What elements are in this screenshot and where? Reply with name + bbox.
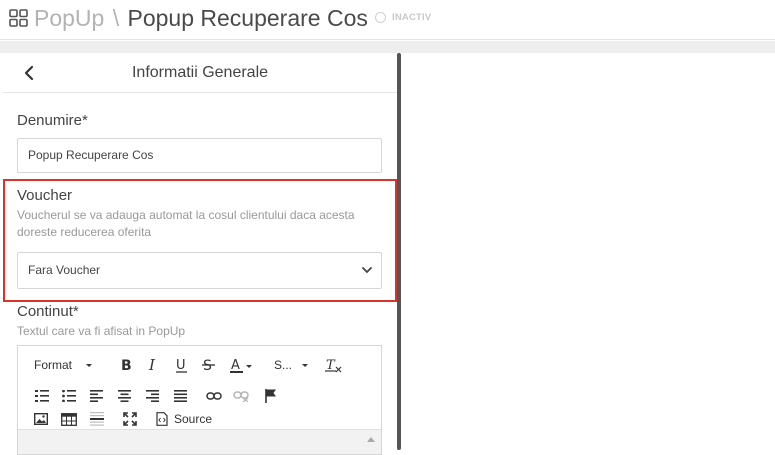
editor-content-area[interactable]: [18, 429, 381, 454]
voucher-select[interactable]: Fara Voucher: [17, 252, 382, 289]
breadcrumb: PopUp \ Popup Recuperare Cos: [34, 3, 368, 33]
settings-panel: Informatii Generale Denumire* Popup Recu…: [0, 53, 398, 455]
image-icon[interactable]: [33, 410, 49, 428]
content-hint: Textul care va fi afisat in PopUp: [17, 324, 186, 338]
top-bar: PopUp \ Popup Recuperare Cos INACTIV: [0, 0, 775, 40]
voucher-select-value: Fara Voucher: [28, 263, 101, 277]
rich-text-editor: Format B I U S A S... T Source: [17, 345, 382, 455]
clear-format-icon[interactable]: T: [324, 356, 342, 374]
svg-text:U: U: [176, 358, 186, 373]
text-color-icon[interactable]: A: [229, 356, 255, 374]
voucher-label: Voucher: [17, 187, 73, 204]
bold-icon[interactable]: B: [118, 356, 134, 374]
source-icon: [156, 412, 168, 426]
align-right-icon[interactable]: [144, 387, 160, 405]
panel-header: Informatii Generale: [3, 53, 397, 93]
format-label: Format: [34, 358, 73, 372]
italic-icon[interactable]: I: [145, 356, 161, 374]
name-input[interactable]: Popup Recuperare Cos: [17, 138, 382, 173]
link-icon[interactable]: [205, 387, 223, 405]
styles-dropdown[interactable]: S...: [273, 356, 311, 374]
page-title: Popup Recuperare Cos: [127, 5, 368, 31]
bullet-list-icon[interactable]: [61, 387, 77, 405]
format-dropdown[interactable]: Format: [34, 356, 94, 374]
flag-icon[interactable]: [262, 386, 278, 404]
grid-icon[interactable]: [9, 9, 29, 27]
status-badge: INACTIV: [375, 12, 431, 23]
horizontal-rule-icon[interactable]: [89, 410, 105, 428]
styles-label: S...: [273, 358, 292, 372]
source-button[interactable]: Source: [156, 410, 216, 428]
voucher-hint: Voucherul se va adauga automat la cosul …: [17, 208, 355, 239]
panel-title: Informatii Generale: [131, 64, 269, 81]
align-center-icon[interactable]: [116, 387, 132, 405]
breadcrumb-section[interactable]: PopUp: [34, 5, 104, 31]
status-text: INACTIV: [392, 12, 432, 23]
source-label: Source: [174, 412, 213, 426]
svg-text:B: B: [121, 358, 132, 372]
content-label: Continut*: [17, 303, 79, 320]
header-divider: [0, 41, 775, 53]
strikethrough-icon[interactable]: S: [200, 356, 216, 374]
name-label: Denumire*: [17, 112, 88, 129]
align-justify-icon[interactable]: [172, 387, 188, 405]
unlink-icon[interactable]: [232, 387, 250, 405]
chevron-down-icon: [362, 267, 372, 274]
svg-text:I: I: [148, 358, 156, 372]
maximize-icon[interactable]: [122, 410, 138, 428]
status-dot-icon: [375, 12, 386, 23]
caret-down-icon: [302, 364, 308, 367]
caret-down-icon: [86, 364, 93, 367]
scroll-up-icon[interactable]: [366, 435, 376, 443]
table-icon[interactable]: [60, 410, 77, 428]
svg-text:A: A: [231, 358, 240, 373]
panel-scrollbar[interactable]: [397, 53, 401, 450]
underline-icon[interactable]: U: [173, 356, 189, 374]
align-left-icon[interactable]: [88, 387, 104, 405]
numbered-list-icon[interactable]: [34, 387, 50, 405]
breadcrumb-separator: \: [112, 5, 120, 31]
